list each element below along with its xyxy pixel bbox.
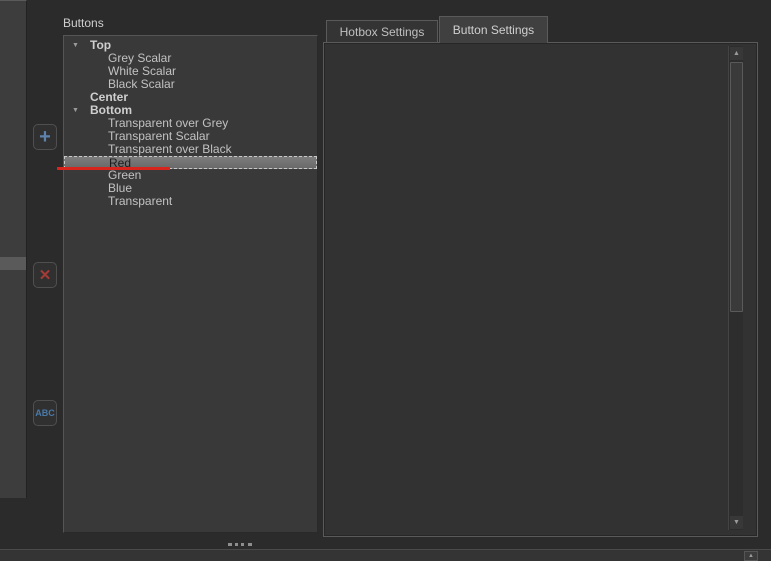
red-underline-annotation (57, 167, 170, 170)
scrollbar-thumb[interactable] (730, 62, 743, 312)
horizontal-splitter-handle[interactable] (228, 543, 252, 547)
tree-item-white-scalar[interactable]: White Scalar (64, 65, 317, 78)
buttons-tree: ▼ Top Grey Scalar White Scalar Black Sca… (63, 35, 318, 533)
add-button[interactable]: + (33, 124, 57, 150)
tree-item-grey-scalar[interactable]: Grey Scalar (64, 52, 317, 65)
scroll-down-icon: ▼ (733, 519, 740, 526)
button-settings-panel (323, 42, 758, 537)
bottom-scroll-up-button[interactable]: ▲ (744, 551, 758, 561)
delete-button[interactable]: ✕ (33, 262, 57, 288)
chevron-down-icon[interactable]: ▼ (72, 39, 79, 52)
tree-item-green[interactable]: Green (64, 169, 317, 182)
settings-scrollbar[interactable]: ▲ ▼ (728, 46, 743, 530)
left-panel-handle[interactable] (0, 257, 26, 270)
tree-item-transparent[interactable]: Transparent (64, 195, 317, 208)
scroll-up-icon: ▲ (733, 50, 740, 57)
tree-item-top[interactable]: ▼ Top (64, 39, 317, 52)
tree-item-transparent-over-black[interactable]: Transparent over Black (64, 143, 317, 156)
tree-item-blue[interactable]: Blue (64, 182, 317, 195)
scroll-up-button[interactable]: ▲ (730, 47, 743, 60)
scroll-up-icon: ▲ (748, 553, 754, 559)
tab-hotbox-settings[interactable]: Hotbox Settings (326, 20, 438, 43)
plus-icon: + (39, 127, 51, 147)
tree-title: Buttons (63, 16, 104, 30)
tab-button-settings[interactable]: Button Settings (439, 16, 548, 43)
left-side-panel (0, 0, 27, 498)
x-icon: ✕ (39, 266, 52, 284)
chevron-down-icon[interactable]: ▼ (72, 104, 79, 117)
rename-button[interactable]: ABC (33, 400, 57, 426)
bottom-panel (0, 549, 771, 561)
scroll-down-button[interactable]: ▼ (730, 516, 743, 529)
abc-icon: ABC (35, 408, 55, 418)
